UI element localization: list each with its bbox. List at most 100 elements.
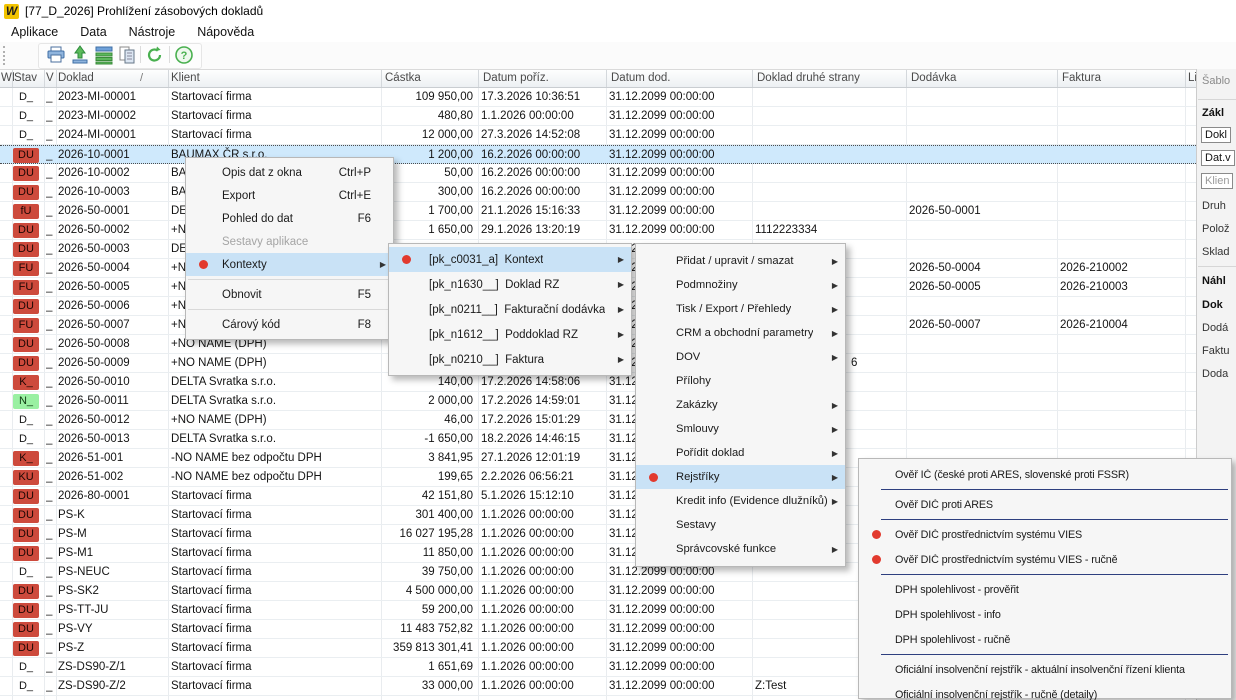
menu-item[interactable]: Zakázky▶	[636, 393, 845, 417]
status-badge-value: DU	[13, 622, 39, 637]
column-header-4[interactable]: Doklad	[58, 72, 168, 84]
table-row[interactable]: DU_2026-10-0003BA300,0016.2.2026 00:00:0…	[0, 183, 1196, 202]
menu-item[interactable]: DPH spolehlivost - info	[859, 602, 1231, 627]
menu-item[interactable]: Správcovské funkce▶	[636, 537, 845, 561]
v-cell: _	[46, 412, 57, 428]
column-header-12[interactable]: Li	[1188, 72, 1196, 84]
datum-poriz-cell: 17.3.2026 10:36:51	[481, 89, 607, 105]
menu-item[interactable]: Ověř DIČ proti ARES	[859, 492, 1231, 517]
table-row[interactable]: N__2026-50-0011DELTA Svratka s.r.o.2 000…	[0, 392, 1196, 411]
wf-status-badge: FU	[13, 279, 44, 295]
menu-item[interactable]: Opis dat z oknaCtrl+P	[186, 161, 393, 184]
table-row[interactable]: D__2026-50-0012+NO NAME (DPH)46,0017.2.2…	[0, 411, 1196, 430]
menu-item[interactable]: Oficiální insolvenční rejstřík - ručně (…	[859, 682, 1231, 700]
menu-item[interactable]: [pk_c0031_a] Kontext▶	[389, 247, 631, 272]
menu-item[interactable]: DPH spolehlivost - prověřit	[859, 577, 1231, 602]
toolbar-grip-handle[interactable]	[3, 46, 7, 65]
datum-poriz-cell: 17.2.2026 14:59:01	[481, 393, 607, 409]
menu-item[interactable]: Rejstříky▶	[636, 465, 845, 489]
menu-item[interactable]: Tisk / Export / Přehledy▶	[636, 297, 845, 321]
menubar-item-nápověda[interactable]: Nápověda	[195, 24, 256, 40]
menu-item[interactable]: Pohled do datF6	[186, 207, 393, 230]
wf-status-badge: DU	[13, 241, 44, 257]
menu-item[interactable]: Smlouvy▶	[636, 417, 845, 441]
menu-item[interactable]: Ověř DIČ prostřednictvím systému VIES - …	[859, 547, 1231, 572]
printer-icon[interactable]	[46, 45, 66, 65]
side-panel-item-dok: Dok	[1202, 299, 1223, 311]
menu-item[interactable]: Ověř DIČ prostřednictvím systému VIES	[859, 522, 1231, 547]
menu-item-label: Kontexty	[222, 259, 267, 271]
table-row[interactable]: DU_2026-10-0002BA50,0016.2.2026 00:00:00…	[0, 164, 1196, 183]
menu-item[interactable]: [pk_n1612__] Poddoklad ŘZ▶	[389, 322, 631, 347]
menu-item[interactable]: Ověř IČ (české proti ARES, slovenské pro…	[859, 462, 1231, 487]
column-header-8[interactable]: Datum dod.	[611, 72, 753, 84]
menubar-item-aplikace[interactable]: Aplikace	[9, 24, 60, 40]
table-row[interactable]: D__2023-MI-00001Startovací firma109 950,…	[0, 88, 1196, 107]
castka-cell: 11 483 752,82	[383, 621, 473, 637]
menu-item-label: DPH spolehlivost - ručně	[895, 634, 1010, 646]
menu-item[interactable]: DPH spolehlivost - ručně	[859, 627, 1231, 652]
menubar-item-nástroje[interactable]: Nástroje	[127, 24, 178, 40]
table-row[interactable]: fU_2026-50-0001DE1 700,0021.1.2026 15:16…	[0, 202, 1196, 221]
wf-status-badge: DU	[13, 602, 44, 618]
column-header-9[interactable]: Doklad druhé strany	[757, 72, 907, 84]
export-icon[interactable]	[70, 45, 90, 65]
red-dot-icon	[649, 473, 658, 482]
menu-item[interactable]: Kredit info (Evidence dlužníků)▶	[636, 489, 845, 513]
menu-item[interactable]: ExportCtrl+E	[186, 184, 393, 207]
column-header-2[interactable]: Stav	[14, 72, 45, 84]
column-header-11[interactable]: Faktura	[1062, 72, 1186, 84]
menu-item[interactable]: Kontexty▶	[186, 253, 393, 276]
menu-item[interactable]: Přílohy	[636, 369, 845, 393]
column-header-5[interactable]: Klient	[171, 72, 381, 84]
datum-poriz-cell: 1.1.2026 00:00:00	[481, 507, 607, 523]
castka-cell: 359 813 301,41	[383, 640, 473, 656]
menu-item[interactable]: Sestavy	[636, 513, 845, 537]
table-row[interactable]: D__2024-MI-00001Startovací firma12 000,0…	[0, 126, 1196, 145]
klient-cell: Startovací firma	[171, 564, 381, 580]
sort-indicator[interactable]: /	[140, 72, 143, 84]
status-badge-value: N_	[13, 394, 39, 409]
menu-item[interactable]: [pk_n0211__] Fakturační dodávka▶	[389, 297, 631, 322]
datum-poriz-cell: 1.1.2026 00:00:00	[481, 564, 607, 580]
v-cell: _	[46, 147, 57, 163]
menu-item[interactable]: Čárový kódF8	[186, 313, 393, 336]
datum-poriz-cell: 5.1.2026 15:12:10	[481, 488, 607, 504]
datum-poriz-cell: 1.1.2026 00:00:00	[481, 108, 607, 124]
menu-item[interactable]: Pořídit doklad▶	[636, 441, 845, 465]
table-row[interactable]: DU_2026-50-0002+N1 650,0029.1.2026 13:20…	[0, 221, 1196, 240]
datum-poriz-cell: 16.2.2026 00:00:00	[481, 165, 607, 181]
table-row[interactable]: DU_2026-10-0001BAUMAX ČR s.r.o.1 200,001…	[0, 145, 1196, 164]
kontexty-submenu: [pk_c0031_a] Kontext▶[pk_n1630__] Doklad…	[388, 243, 632, 376]
datum-dod-cell: 31.12.2099 00:00:00	[609, 621, 752, 637]
side-panel-item-klien[interactable]: Klien	[1201, 173, 1233, 189]
menu-item[interactable]: Oficiální insolvenční rejstřík - aktuáln…	[859, 657, 1231, 682]
help-icon[interactable]: ?	[174, 45, 194, 65]
red-dot-icon	[402, 255, 411, 264]
column-header-10[interactable]: Dodávka	[911, 72, 1057, 84]
table-row[interactable]: D__2023-MI-00002Startovací firma480,801.…	[0, 107, 1196, 126]
menu-item[interactable]: Podmnožiny▶	[636, 273, 845, 297]
column-header-7[interactable]: Datum poříz.	[483, 72, 607, 84]
datum-dod-cell: 31.12.2099 00:00:00	[609, 640, 752, 656]
column-header-6[interactable]: Částka	[385, 72, 475, 84]
copy-document-icon[interactable]	[117, 45, 137, 65]
doklad-druhe-strany-cell: 1112223334	[755, 222, 905, 238]
menu-separator	[881, 654, 1228, 655]
menubar-item-data[interactable]: Data	[78, 24, 108, 40]
data-table-icon[interactable]	[94, 45, 114, 65]
datum-poriz-cell: 1.1.2026 00:00:00	[481, 678, 607, 694]
menu-item[interactable]: Přidat / upravit / smazat▶	[636, 249, 845, 273]
refresh-icon[interactable]	[145, 45, 165, 65]
table-row[interactable]: D__2026-50-0013DELTA Svratka s.r.o.-1 65…	[0, 430, 1196, 449]
menu-item[interactable]: ObnovitF5	[186, 283, 393, 306]
side-panel-item-datv[interactable]: Dat.v	[1201, 150, 1235, 166]
menu-item[interactable]: CRM a obchodní parametry▶	[636, 321, 845, 345]
menu-item-label: DPH spolehlivost - prověřit	[895, 584, 1019, 596]
menu-item[interactable]: [pk_n0210__] Faktura▶	[389, 347, 631, 372]
menu-item[interactable]: Sestavy aplikace	[186, 230, 393, 253]
menu-item[interactable]: [pk_n1630__] Doklad ŘZ▶	[389, 272, 631, 297]
side-panel-item-dokl[interactable]: Dokl	[1201, 127, 1231, 143]
datum-poriz-cell: 2.2.2026 06:56:21	[481, 469, 607, 485]
menu-item[interactable]: DOV▶	[636, 345, 845, 369]
